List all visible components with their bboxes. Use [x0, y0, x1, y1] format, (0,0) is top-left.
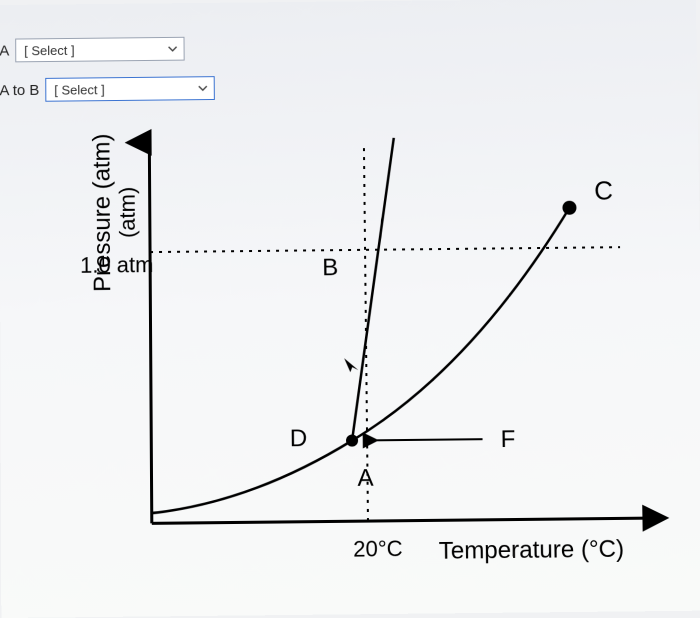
vaporization-curve — [350, 208, 573, 441]
arrow-f-to-a — [364, 439, 482, 440]
fusion-curve — [349, 138, 397, 441]
label-b: B — [322, 254, 338, 281]
critical-point — [562, 201, 576, 215]
chevron-down-icon — [198, 83, 208, 93]
phase-diagram-chart: Pressure (atm) (atm) 1.0 atm 20°C Temper… — [49, 117, 675, 595]
row-ab-select[interactable]: [ Select ] — [45, 76, 215, 102]
cursor-icon — [344, 358, 358, 372]
label-f: F — [500, 426, 515, 453]
ref-line-pressure — [150, 247, 620, 252]
label-a: A — [357, 464, 373, 491]
chevron-down-icon — [168, 44, 178, 54]
row-ab-placeholder: [ Select ] — [54, 82, 104, 97]
row-a-select[interactable]: [ Select ] — [15, 37, 184, 63]
x-axis — [152, 518, 645, 523]
label-c: C — [594, 177, 613, 205]
triple-point — [346, 434, 358, 446]
sublimation-curve — [151, 441, 353, 514]
y-tick-1atm: 1.0 atm — [80, 252, 153, 278]
x-tick-20c: 20°C — [353, 536, 403, 562]
row-a-placeholder: [ Select ] — [24, 42, 74, 57]
row-a-label: A — [0, 42, 9, 59]
y-axis — [149, 142, 151, 523]
row-ab-label: A to B — [0, 81, 39, 98]
label-d: D — [290, 425, 308, 452]
x-axis-label: Temperature (°C) — [439, 535, 625, 564]
y-axis-unit: (atm) — [115, 187, 140, 238]
